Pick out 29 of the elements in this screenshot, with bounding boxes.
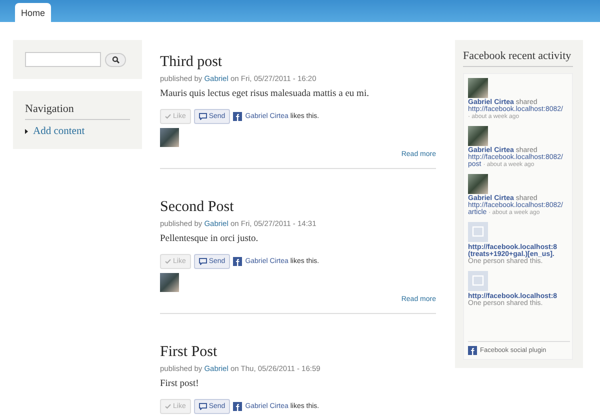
- bullet-icon: [25, 129, 28, 134]
- facebook-icon: [233, 402, 242, 411]
- panel-title: Facebook recent activity: [463, 50, 573, 67]
- post-body: Mauris quis lectus eget risus malesuada mattis a eu mi.: [160, 89, 370, 99]
- post-title[interactable]: First Post: [160, 344, 436, 361]
- post-title[interactable]: Third post: [160, 54, 436, 71]
- panel-title: Navigation: [25, 103, 130, 120]
- facebook-icon: [468, 346, 477, 355]
- speech-bubble-icon: [198, 113, 207, 120]
- nav-link[interactable]: Add content: [25, 126, 130, 137]
- facebook-icon: [233, 112, 242, 121]
- post-title[interactable]: Second Post: [160, 199, 436, 216]
- page-icon: [468, 271, 488, 291]
- photo-placeholder: [468, 126, 488, 146]
- check-icon: [165, 259, 171, 264]
- photo-placeholder: [468, 174, 488, 194]
- search-icon: [112, 56, 120, 64]
- nav-tab[interactable]: Home: [15, 3, 52, 22]
- speech-bubble-icon: [198, 258, 207, 265]
- post-body: Pellentesque in orci justo.: [160, 234, 260, 244]
- speech-bubble-icon: [198, 403, 207, 410]
- search-button[interactable]: [105, 52, 126, 66]
- facebook-icon: [233, 257, 242, 266]
- search-field[interactable]: [25, 52, 101, 67]
- page-icon: [468, 222, 488, 242]
- post-body: First post!: [160, 379, 200, 389]
- check-icon: [165, 114, 171, 119]
- photo-placeholder: [468, 78, 488, 98]
- check-icon: [165, 404, 171, 409]
